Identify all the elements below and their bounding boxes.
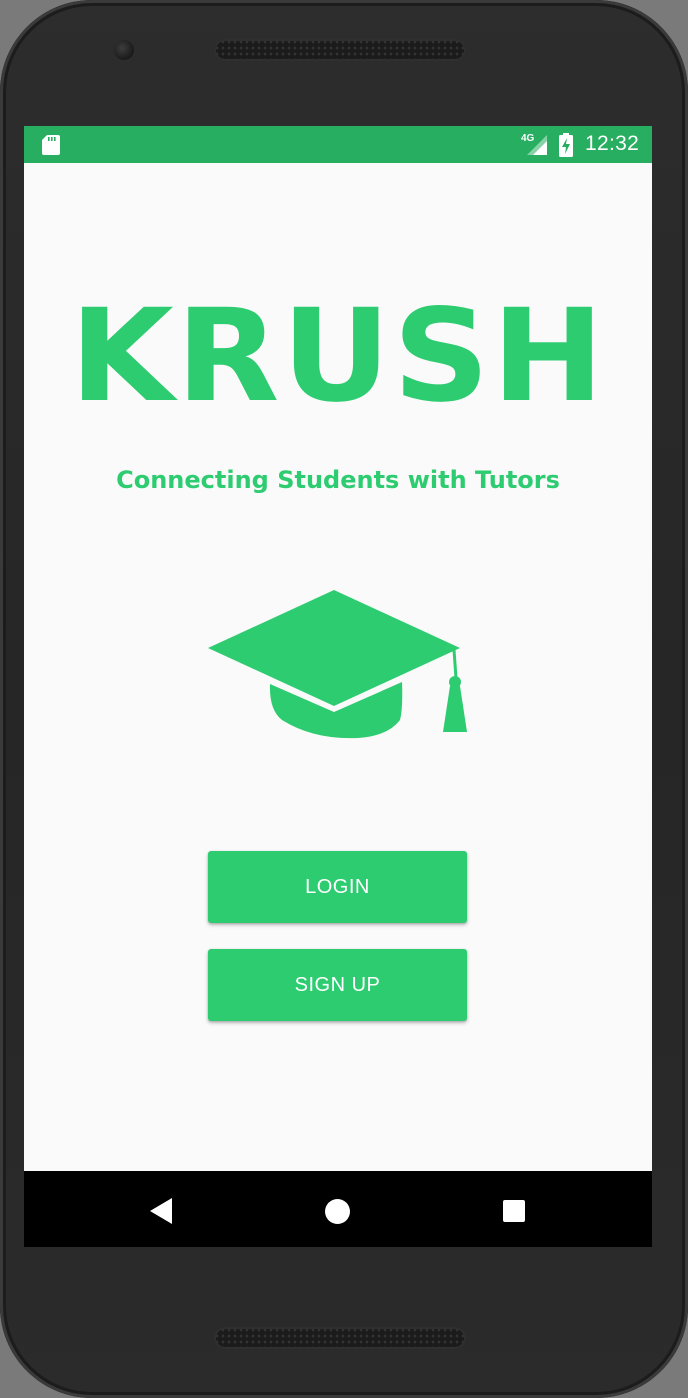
signup-button[interactable]: SIGN UP [208, 949, 467, 1021]
status-clock: 12:32 [585, 132, 640, 155]
cellular-signal-icon [527, 135, 547, 155]
status-bar: 4G 12:32 [24, 126, 652, 163]
app-title: KRUSH [69, 282, 607, 431]
app-screen: 4G 12:32 KRUSH Connecting Students with … [24, 126, 652, 1247]
top-speaker-grille [214, 39, 466, 61]
phone-frame: 4G 12:32 KRUSH Connecting Students with … [0, 0, 688, 1398]
front-camera [114, 40, 134, 60]
back-icon[interactable] [150, 1198, 172, 1224]
login-button[interactable]: LOGIN [208, 851, 467, 923]
graduation-cap-icon [208, 590, 467, 739]
home-icon[interactable] [325, 1199, 350, 1224]
navigation-bar [24, 1171, 652, 1247]
bottom-speaker-grille [214, 1327, 466, 1349]
battery-charging-icon [559, 133, 573, 157]
sd-card-icon [42, 135, 60, 155]
recents-icon[interactable] [503, 1200, 525, 1222]
app-tagline: Connecting Students with Tutors [116, 466, 560, 494]
